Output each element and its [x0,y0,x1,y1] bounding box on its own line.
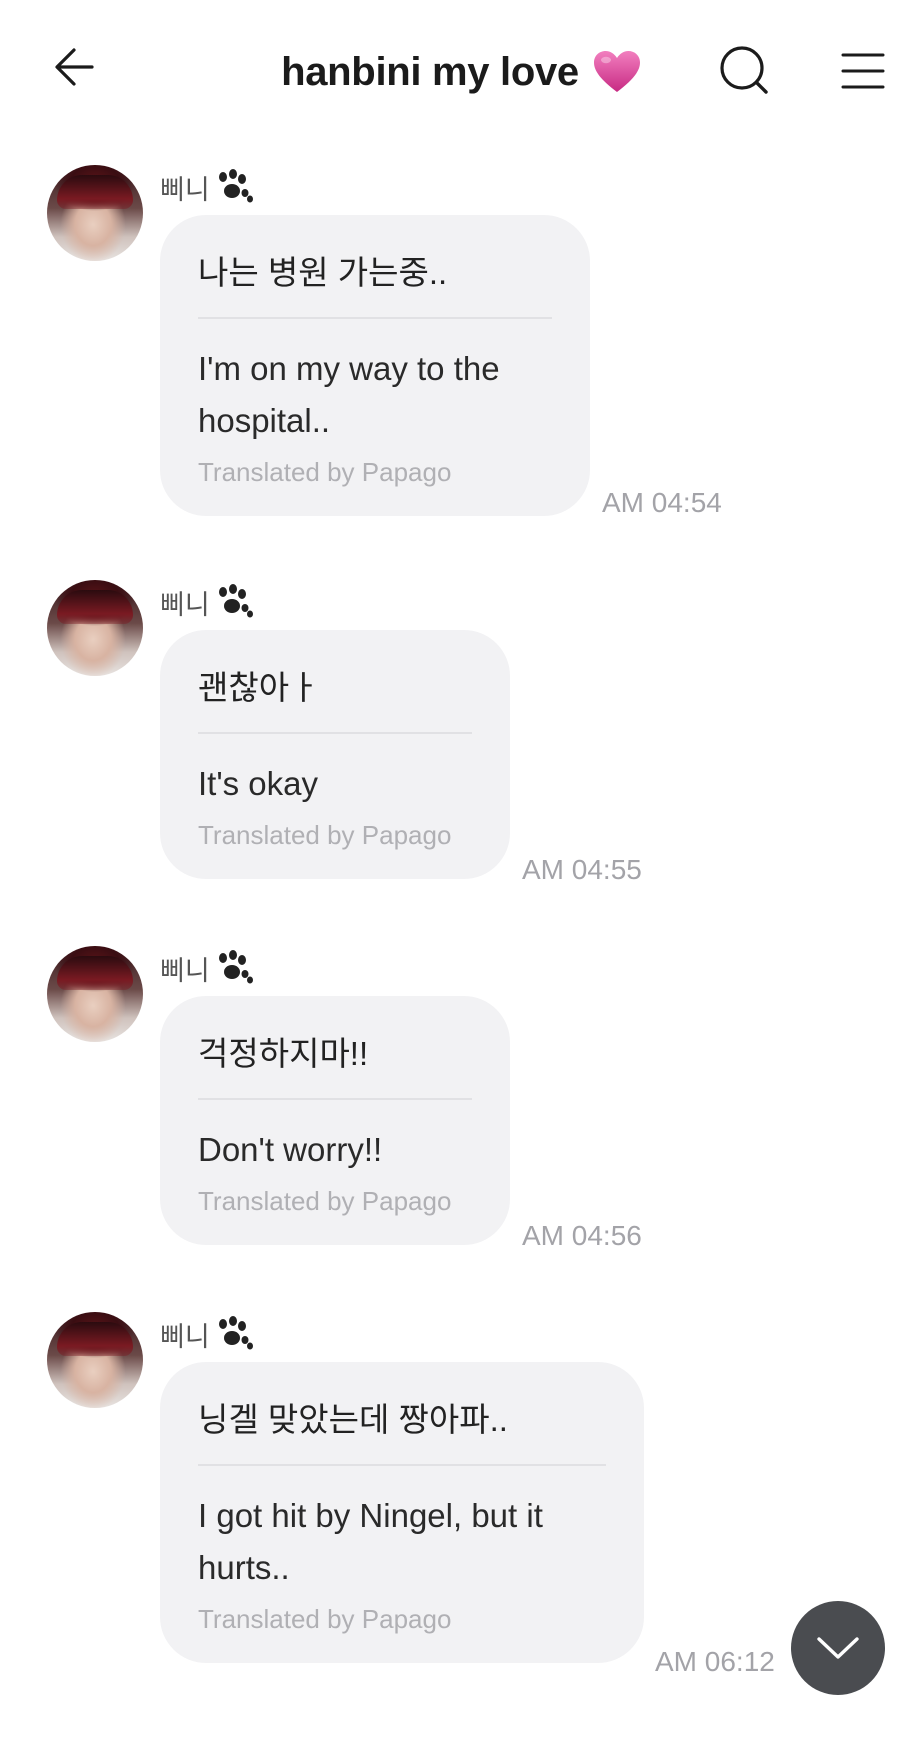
sender-name: 삐니 [160,1314,254,1354]
paw-icon [214,950,254,986]
message-time: AM 04:55 [522,854,642,885]
chat-title: hanbini my love [0,44,922,100]
original-text: 나는 병원 가는중.. [198,254,448,291]
translation-credit: Translated by Papago [198,1186,452,1216]
menu-button[interactable] [832,40,894,102]
paw-icon [214,1316,254,1352]
original-text: 닝겔 맞았는데 짱아파.. [198,1401,508,1438]
message-time: AM 04:56 [522,1220,642,1251]
chevron-down-icon [817,1637,859,1659]
message-bubble[interactable]: 나는 병원 가는중.. I'm on my way to the hospita… [160,215,590,516]
message-time: AM 04:54 [602,487,722,518]
paw-icon [214,584,254,620]
translation-credit: Translated by Papago [198,457,452,487]
pink-heart-icon [593,50,641,94]
bubble-divider [198,1464,606,1466]
message-bubble[interactable]: 괜찮아ㅏ It's okay Translated by Papago [160,630,510,879]
translated-text: Don't worry!! [198,1131,383,1168]
bubble-divider [198,317,552,319]
translation-credit: Translated by Papago [198,820,452,850]
avatar[interactable] [47,580,143,676]
message-bubble[interactable]: 닝겔 맞았는데 짱아파.. I got hit by Ningel, but i… [160,1362,644,1663]
sender-name: 삐니 [160,167,254,207]
search-button[interactable] [714,40,776,102]
bubble-divider [198,1098,472,1100]
sender-label: 삐니 [160,174,210,205]
translated-text: I got hit by Ningel, but it hurts.. [198,1497,543,1586]
avatar[interactable] [47,1312,143,1408]
search-icon [720,46,768,94]
original-text: 걱정하지마!! [198,1035,369,1072]
sender-name: 삐니 [160,948,254,988]
sender-label: 삐니 [160,589,210,620]
avatar[interactable] [47,946,143,1042]
sender-label: 삐니 [160,1321,210,1352]
original-text: 괜찮아ㅏ [198,669,320,706]
chat-header: hanbini my love [0,0,922,145]
message-time: AM 06:12 [655,1646,775,1677]
chat-title-text: hanbini my love [281,49,579,94]
paw-icon [214,169,254,205]
sender-name: 삐니 [160,582,254,622]
translated-text: It's okay [198,765,319,802]
message-bubble[interactable]: 걱정하지마!! Don't worry!! Translated by Papa… [160,996,510,1245]
translated-text: I'm on my way to the hospital.. [198,350,500,439]
translation-credit: Translated by Papago [198,1604,452,1634]
sender-label: 삐니 [160,955,210,986]
scroll-to-bottom-button[interactable] [791,1601,885,1695]
bubble-divider [198,732,472,734]
avatar[interactable] [47,165,143,261]
menu-icon [841,53,885,89]
